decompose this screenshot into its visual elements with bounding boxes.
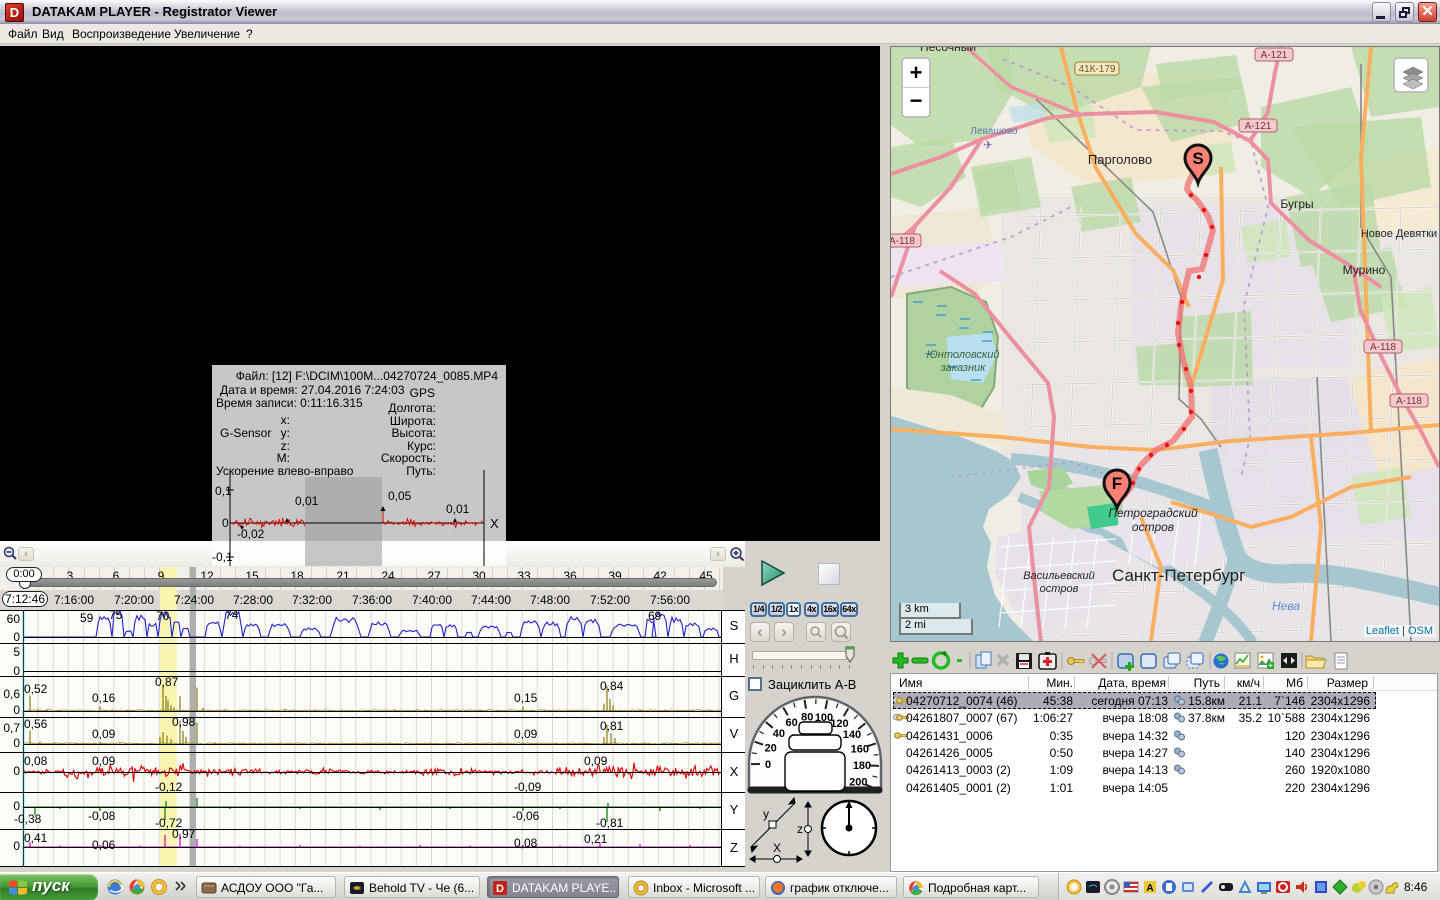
svg-text:остров: остров [1040, 583, 1079, 595]
svg-text:X: X [773, 841, 781, 855]
svg-text:Левашово: Левашово [970, 126, 1018, 137]
svg-text:41К-179: 41К-179 [1079, 64, 1116, 75]
svg-text:А-121: А-121 [1245, 121, 1272, 132]
svg-text:Бугры: Бугры [1280, 197, 1313, 211]
svg-text:200: 200 [849, 776, 867, 788]
svg-text:160: 160 [851, 744, 869, 756]
svg-text:D: D [496, 883, 504, 895]
svg-text:F: F [1112, 474, 1122, 493]
svg-text:Васильевский: Васильевский [1023, 570, 1095, 582]
svg-text:Парголово: Парголово [1088, 152, 1152, 167]
svg-text:60: 60 [785, 717, 797, 729]
svg-text:✈: ✈ [983, 138, 993, 152]
svg-text:А-118: А-118 [891, 236, 915, 247]
svg-text:А-118: А-118 [1370, 342, 1396, 353]
svg-text:180: 180 [853, 760, 871, 772]
svg-text:Новое Девятки: Новое Девятки [1361, 228, 1437, 240]
svg-text:z: z [797, 822, 803, 836]
svg-text:Санкт-Петербург: Санкт-Петербург [1112, 566, 1245, 585]
svg-text:Петроградский: Петроградский [1108, 506, 1198, 520]
svg-text:140: 140 [843, 729, 861, 741]
svg-text:Юнтоловский: Юнтоловский [927, 349, 1000, 361]
svg-text:Мурино: Мурино [1343, 263, 1386, 277]
svg-text:остров: остров [1132, 520, 1174, 534]
svg-text:Песочный: Песочный [920, 47, 976, 54]
svg-text:Нева: Нева [1272, 599, 1300, 613]
svg-text:0: 0 [765, 759, 771, 771]
svg-text:заказник: заказник [940, 362, 986, 374]
svg-text:20: 20 [765, 742, 777, 754]
svg-text:А-118: А-118 [1396, 396, 1422, 407]
svg-text:y: y [763, 807, 769, 821]
svg-text:40: 40 [773, 728, 785, 740]
svg-text:S: S [1192, 149, 1203, 168]
svg-text:А-121: А-121 [1261, 50, 1288, 61]
svg-text:A: A [1146, 883, 1153, 894]
